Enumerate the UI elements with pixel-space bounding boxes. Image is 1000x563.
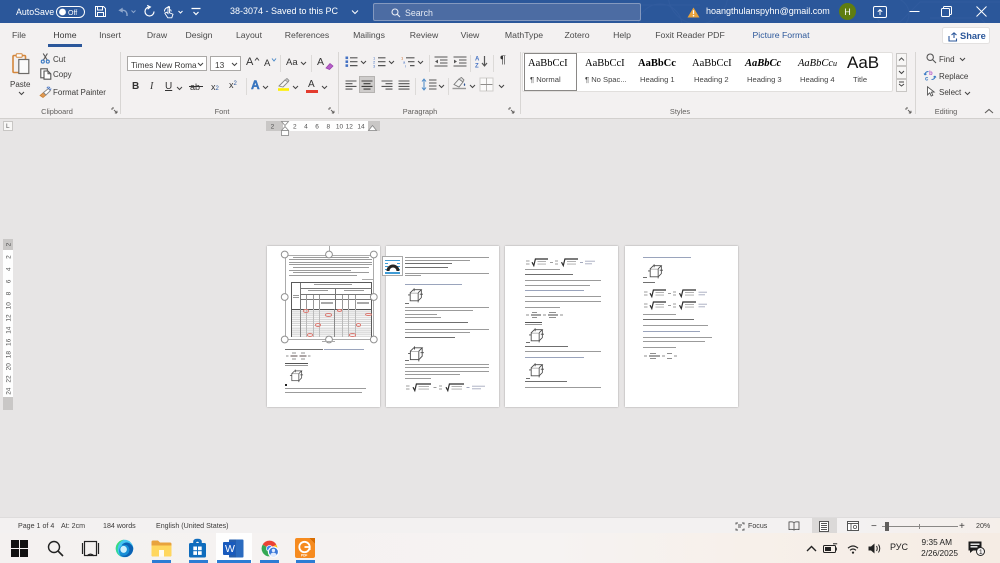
svg-text:6: 6 xyxy=(6,279,13,283)
svg-text:20: 20 xyxy=(6,363,13,371)
svg-text:W: W xyxy=(225,543,235,555)
svg-text:8: 8 xyxy=(6,291,13,295)
svg-text:i: i xyxy=(405,63,406,68)
svg-text:b: b xyxy=(929,71,933,77)
svg-text:10: 10 xyxy=(336,124,344,131)
svg-text:c: c xyxy=(925,77,929,83)
svg-text:1: 1 xyxy=(979,549,983,556)
svg-text:2: 2 xyxy=(6,255,13,259)
svg-text:22: 22 xyxy=(6,375,13,383)
svg-text:10: 10 xyxy=(6,302,13,310)
svg-text:18: 18 xyxy=(6,351,13,359)
svg-text:14: 14 xyxy=(357,124,365,131)
svg-text:14: 14 xyxy=(6,326,13,334)
svg-text:16: 16 xyxy=(6,338,13,346)
svg-text:4: 4 xyxy=(304,124,308,131)
svg-text:12: 12 xyxy=(346,124,354,131)
svg-text:4: 4 xyxy=(6,267,13,271)
svg-text:12: 12 xyxy=(6,314,13,322)
svg-text:2: 2 xyxy=(6,242,13,246)
svg-text:Off: Off xyxy=(68,10,77,17)
svg-text:Z: Z xyxy=(475,64,479,70)
svg-text:3: 3 xyxy=(373,63,376,68)
svg-text:6: 6 xyxy=(315,124,319,131)
svg-text:PDF: PDF xyxy=(301,554,307,558)
svg-text:24: 24 xyxy=(6,387,13,395)
svg-text:2: 2 xyxy=(293,124,297,131)
svg-text:8: 8 xyxy=(326,124,330,131)
svg-text:A: A xyxy=(475,57,480,63)
svg-text:2: 2 xyxy=(271,124,275,131)
